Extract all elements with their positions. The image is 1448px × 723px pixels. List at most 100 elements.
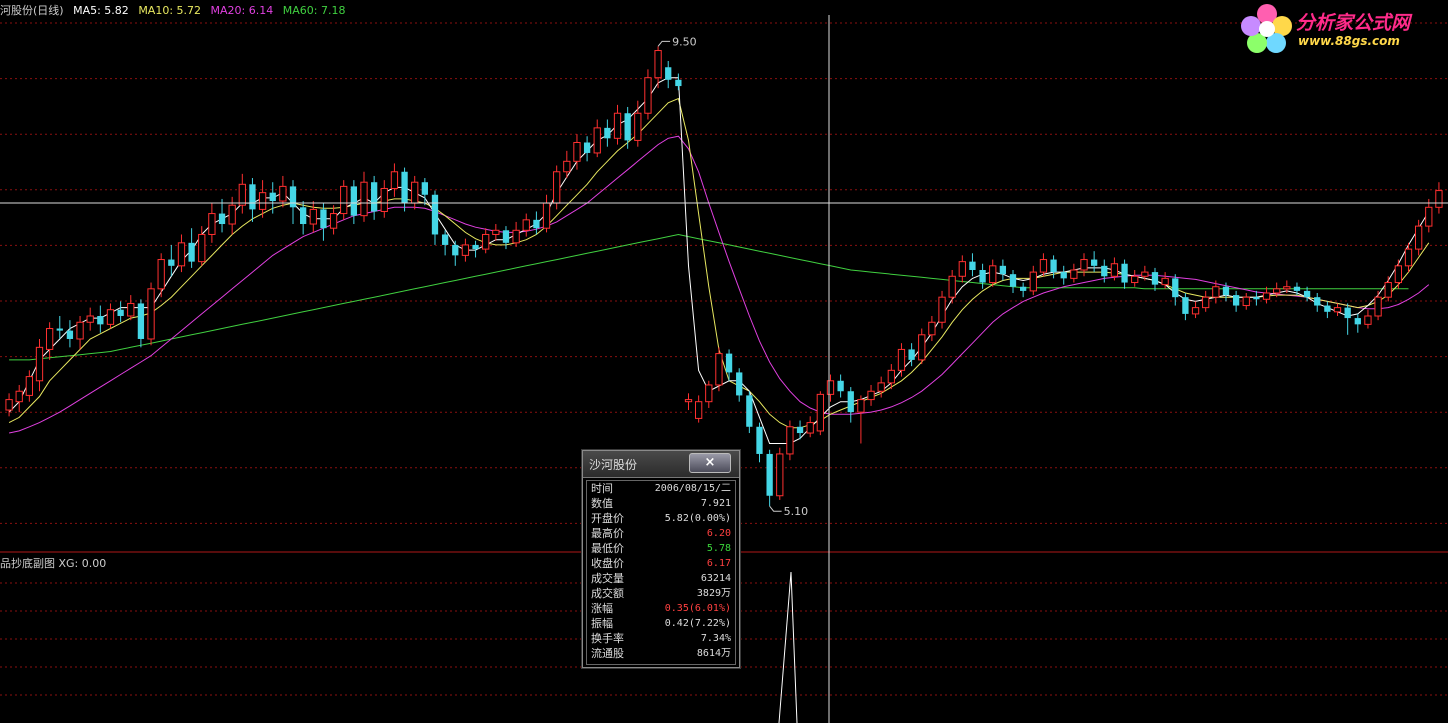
candle-body	[1212, 286, 1220, 298]
candle-body	[411, 181, 419, 204]
candle-body	[918, 334, 926, 361]
quote-row: 涨幅 0.35(6.01%)	[587, 601, 735, 616]
candle-body	[1324, 305, 1331, 312]
candle-body	[563, 160, 571, 173]
candle-body	[421, 182, 428, 195]
popup-titlebar[interactable]: 沙河股份 ×	[583, 451, 739, 478]
candle-body	[999, 265, 1007, 275]
candle-body	[1191, 307, 1200, 315]
candle-body	[746, 395, 753, 427]
chart-header: 河股份(日线) MA5: 5.82 MA10: 5.72 MA20: 6.14 …	[0, 2, 351, 18]
candle-body	[329, 213, 338, 229]
candle-body	[979, 270, 986, 283]
candle-body	[1293, 286, 1301, 291]
quote-popup: 沙河股份 × 时间 2006/08/15/二 数值 7.921 开盘价 5.82(0.00…	[582, 450, 740, 668]
candle-body	[1415, 225, 1423, 250]
candle-body	[1121, 263, 1128, 283]
candle-body	[948, 275, 956, 298]
candle-body	[776, 453, 784, 497]
candle-body	[928, 321, 936, 336]
candle-body	[431, 194, 439, 235]
candle-body	[5, 399, 13, 411]
candle-body	[25, 376, 33, 396]
quote-value: 3829万	[696, 588, 731, 599]
candle-body	[1110, 263, 1119, 277]
low-marker	[769, 505, 782, 512]
candle-body	[66, 330, 74, 339]
site-logo: 分析家公式网 www.88gs.com	[1240, 2, 1440, 54]
candle-body	[1060, 272, 1067, 279]
quote-key: 成交额	[591, 587, 624, 600]
candle-body	[127, 302, 135, 317]
quote-key: 最高价	[591, 527, 624, 540]
ma60-line	[9, 233, 1409, 361]
candle-body	[228, 204, 236, 225]
candle-body	[725, 353, 733, 373]
candle-body	[168, 259, 175, 266]
quote-row: 振幅 0.42(7.22%)	[587, 616, 735, 631]
candle-body	[1141, 271, 1149, 277]
candle-body	[705, 384, 713, 403]
candle-body	[1394, 265, 1403, 284]
quote-value: 6.17	[706, 558, 731, 569]
candle-body	[300, 207, 307, 225]
high-marker	[657, 40, 671, 47]
quote-row: 换手率 7.34%	[587, 631, 735, 646]
close-button[interactable]: ×	[689, 453, 731, 473]
candle-body	[1435, 190, 1443, 208]
candle-body	[1172, 278, 1179, 298]
quote-row: 数值 7.921	[587, 496, 735, 511]
candle-body	[897, 348, 906, 371]
candle-body	[482, 233, 490, 250]
candle-body	[1131, 275, 1139, 284]
candle-body	[401, 171, 408, 204]
candle-body	[969, 261, 976, 271]
candle-body	[15, 390, 23, 403]
candle-body	[1253, 297, 1260, 300]
quote-key: 成交量	[591, 572, 624, 585]
candle-body	[766, 453, 773, 496]
flower-logo-icon	[1241, 4, 1292, 53]
candle-body	[989, 265, 997, 284]
candle-body	[857, 399, 865, 413]
quote-key: 收盘价	[591, 557, 624, 570]
candle-body	[715, 353, 723, 386]
quote-key: 流通股	[591, 647, 624, 660]
candle-body	[45, 328, 54, 350]
quote-key: 涨幅	[591, 602, 613, 615]
high-label: 9.50	[672, 35, 697, 48]
candle-body	[553, 171, 561, 204]
quote-key: 开盘价	[591, 512, 624, 525]
quote-key: 振幅	[591, 617, 613, 630]
candle-body	[177, 242, 186, 267]
candle-body	[1262, 292, 1271, 300]
candle-body	[1080, 259, 1088, 271]
candle-body	[644, 77, 652, 114]
candle-body	[675, 79, 682, 87]
ma60-label: MA60: 7.18	[282, 4, 346, 17]
candle-body	[289, 186, 297, 208]
candle-body	[958, 261, 966, 277]
ma20-label: MA20: 6.14	[210, 4, 274, 17]
candle-body	[654, 50, 662, 79]
candle-body	[1090, 259, 1098, 266]
candle-body	[1314, 297, 1321, 306]
candle-body	[452, 244, 459, 256]
candle-body	[1050, 259, 1057, 273]
candle-body	[512, 229, 520, 244]
ma5-label: MA5: 5.82	[73, 4, 129, 17]
quote-key: 数值	[591, 497, 613, 510]
candle-body	[1182, 297, 1189, 314]
candle-body	[1020, 286, 1027, 291]
quote-row: 最高价 6.20	[587, 526, 735, 541]
candle-body	[360, 181, 368, 217]
candle-body	[877, 382, 885, 392]
candle-body	[887, 369, 895, 384]
candle-body	[1374, 296, 1382, 317]
candle-body	[350, 186, 358, 216]
popup-body: 时间 2006/08/15/二 数值 7.921 开盘价 5.82(0.00%) 最高价 6.…	[586, 480, 736, 665]
quote-value: 8614万	[696, 648, 731, 659]
candle-body	[269, 192, 276, 202]
candle-body	[1344, 307, 1351, 319]
candle-body	[86, 315, 94, 323]
